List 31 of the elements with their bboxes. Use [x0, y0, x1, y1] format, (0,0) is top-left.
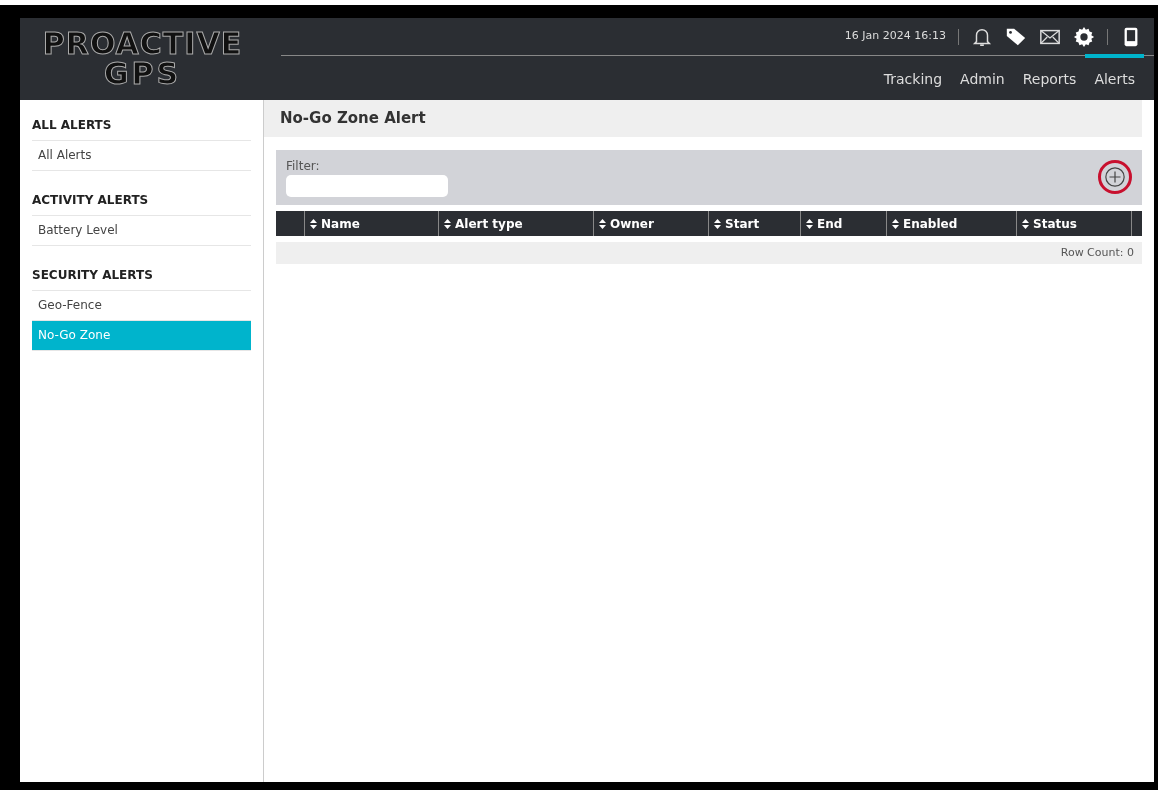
- row-count: Row Count: 0: [276, 241, 1142, 264]
- page-title: No-Go Zone Alert: [264, 100, 1142, 137]
- sort-icon[interactable]: [1022, 219, 1029, 229]
- column-header[interactable]: Status: [1033, 216, 1077, 231]
- nav-tab[interactable]: Tracking: [874, 54, 952, 100]
- sort-icon[interactable]: [892, 219, 899, 229]
- section-heading: SECURITY ALERTS: [32, 258, 251, 291]
- nav-tab[interactable]: Admin: [951, 54, 1014, 100]
- nav-tab[interactable]: Reports: [1013, 54, 1086, 100]
- column-header[interactable]: Alert type: [455, 216, 523, 231]
- filter-field[interactable]: [286, 175, 448, 197]
- date-time: 16 Jan 2024 16:13: [844, 28, 946, 45]
- add-button[interactable]: [1098, 160, 1132, 194]
- column-header[interactable]: Enabled: [903, 216, 958, 231]
- plus-icon: [1104, 166, 1126, 188]
- sort-icon[interactable]: [444, 219, 451, 229]
- logo: PROACTIVE GPS: [41, 25, 244, 93]
- section-heading: ALL ALERTS: [32, 108, 251, 141]
- settings-icon[interactable]: [1073, 25, 1095, 48]
- sort-icon[interactable]: [714, 219, 721, 229]
- column-header[interactable]: Start: [725, 216, 760, 231]
- sort-icon[interactable]: [310, 219, 317, 229]
- sort-icon[interactable]: [599, 219, 606, 229]
- filter-label: Filter:: [286, 158, 321, 175]
- column-header[interactable]: Name: [321, 216, 360, 231]
- column-header[interactable]: Owner: [610, 216, 654, 231]
- section-heading: ACTIVITY ALERTS: [32, 183, 251, 216]
- sidebar-item[interactable]: Battery Level: [32, 216, 251, 246]
- sort-icon[interactable]: [806, 219, 813, 229]
- sidebar-item[interactable]: All Alerts: [32, 141, 251, 171]
- column-header[interactable]: End: [817, 216, 843, 231]
